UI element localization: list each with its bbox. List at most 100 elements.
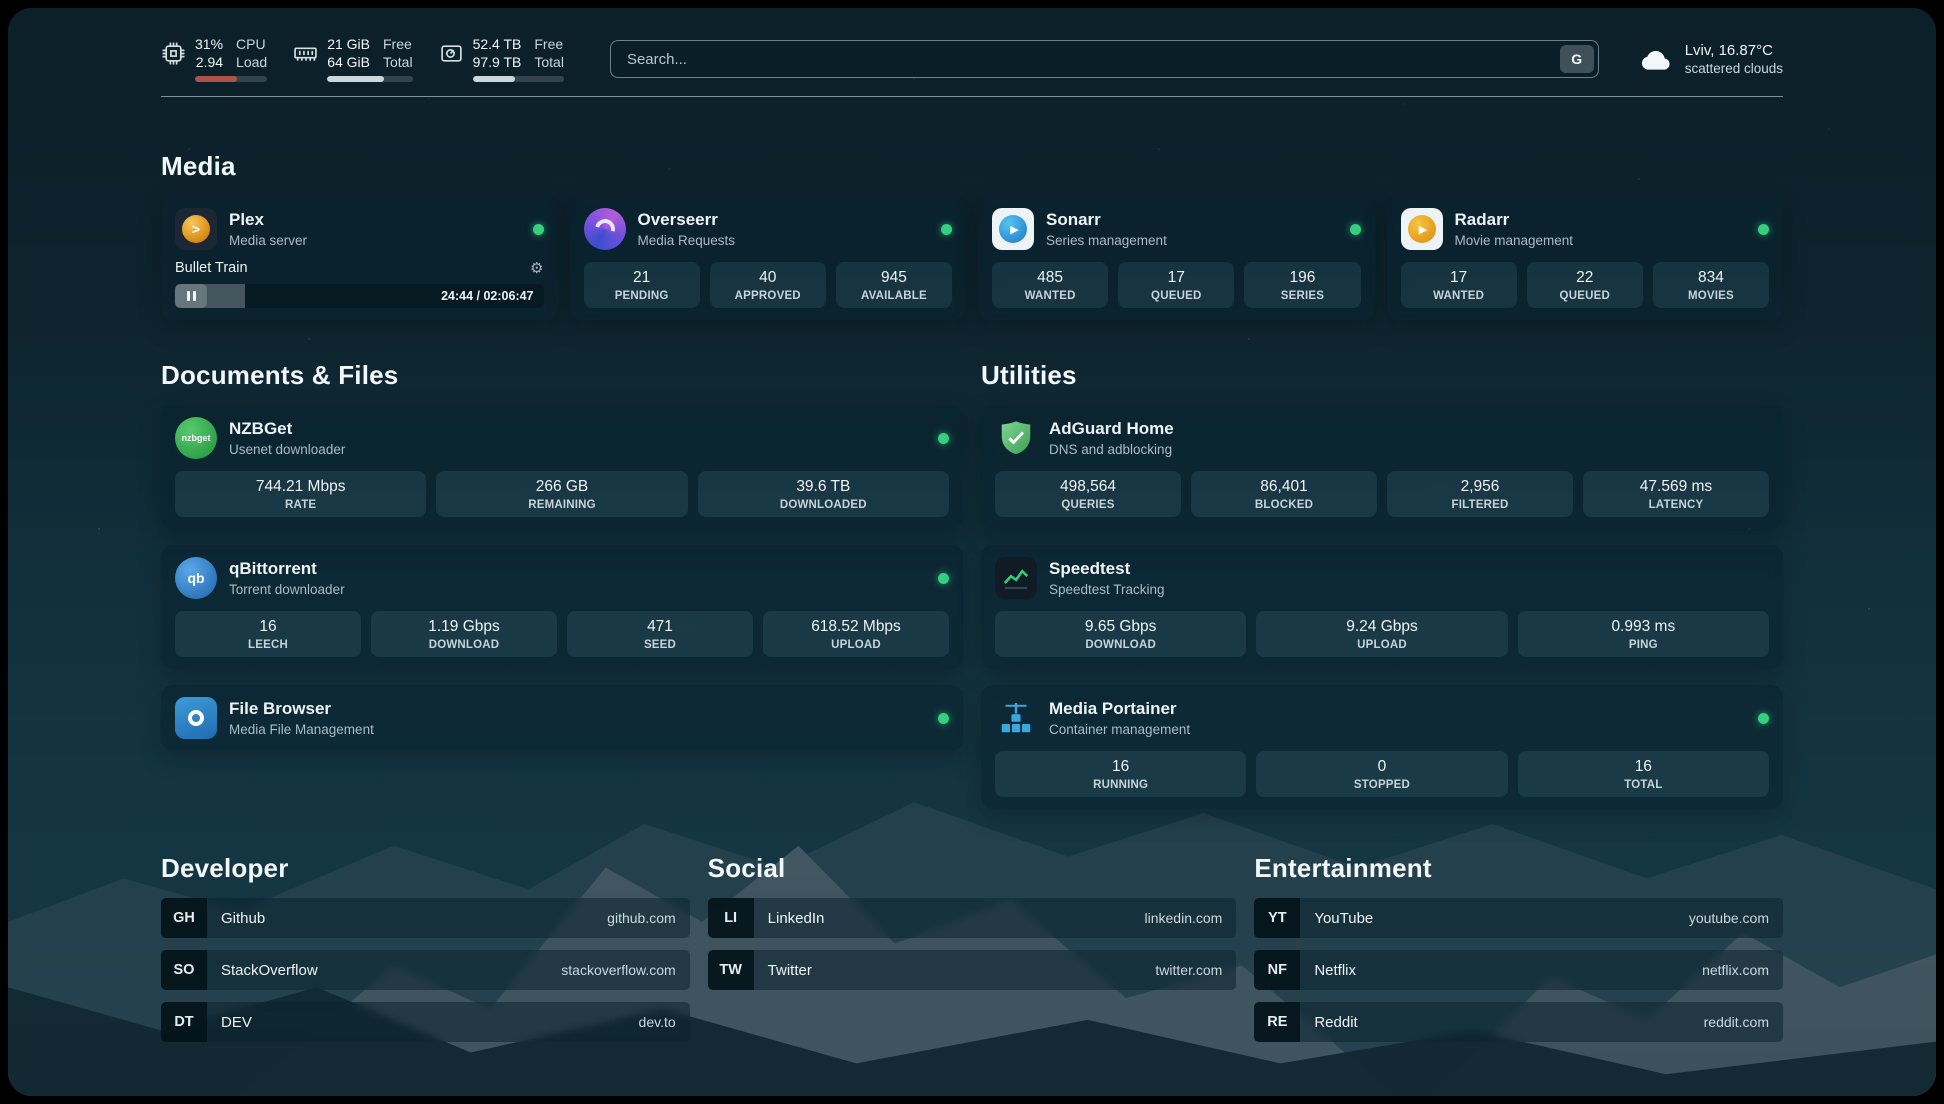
stat-running: 16 RUNNING bbox=[995, 751, 1246, 797]
stat-label: PING bbox=[1522, 639, 1765, 651]
speedtest-chart-icon bbox=[995, 557, 1037, 599]
stat-value: 471 bbox=[571, 618, 749, 636]
pause-button[interactable] bbox=[175, 284, 207, 308]
stat-label: WANTED bbox=[996, 290, 1104, 302]
stat-label: AVAILABLE bbox=[840, 290, 948, 302]
service-name: NZBGet bbox=[229, 419, 926, 439]
status-dot-online bbox=[938, 573, 949, 584]
bookmark-name: StackOverflow bbox=[221, 962, 318, 979]
bookmark-name: Github bbox=[221, 910, 265, 927]
stat-label: QUEUED bbox=[1531, 290, 1639, 302]
service-card-sonarr[interactable]: Sonarr Series management 485 WANTED 17 Q… bbox=[978, 196, 1375, 320]
nzbget-icon-text: nzbget bbox=[182, 433, 211, 443]
bookmark-group-entertainment: Entertainment YT YouTube youtube.com NF … bbox=[1254, 853, 1783, 1042]
stat-value: 744.21 Mbps bbox=[179, 478, 422, 496]
stat-label: STOPPED bbox=[1260, 779, 1503, 791]
bookmark-url: github.com bbox=[607, 910, 675, 926]
stat-row: 744.21 Mbps RATE 266 GB REMAINING 39.6 T… bbox=[175, 471, 949, 517]
stat-blocked: 86,401 BLOCKED bbox=[1191, 471, 1377, 517]
service-description: DNS and adblocking bbox=[1049, 442, 1769, 457]
service-description: Container management bbox=[1049, 722, 1746, 737]
stat-value: 40 bbox=[714, 269, 822, 287]
stat-total: 16 TOTAL bbox=[1518, 751, 1769, 797]
cpu-readout: 31% CPU 2.94 Load bbox=[195, 36, 267, 82]
service-card-adguard[interactable]: AdGuard Home DNS and adblocking 498,564 … bbox=[981, 405, 1783, 529]
qbittorrent-icon: qb bbox=[175, 557, 217, 599]
stat-movies: 834 MOVIES bbox=[1653, 262, 1769, 308]
stat-value: 0 bbox=[1260, 758, 1503, 776]
cpu-usage-bar-fill bbox=[195, 76, 237, 82]
service-card-portainer[interactable]: Media Portainer Container management 16 … bbox=[981, 685, 1783, 809]
service-card-nzbget[interactable]: nzbget NZBGet Usenet downloader 744.21 M… bbox=[161, 405, 963, 529]
stat-value: 618.52 Mbps bbox=[767, 618, 945, 636]
bookmark-row-stackoverflow[interactable]: SO StackOverflow stackoverflow.com bbox=[161, 950, 690, 990]
search-input[interactable] bbox=[610, 40, 1599, 78]
stat-label: DOWNLOAD bbox=[999, 639, 1242, 651]
stat-value: 485 bbox=[996, 269, 1104, 287]
service-card-overseerr[interactable]: Overseerr Media Requests 21 PENDING 40 A… bbox=[570, 196, 967, 320]
stat-wanted: 485 WANTED bbox=[992, 262, 1108, 308]
stat-filtered: 2,956 FILTERED bbox=[1387, 471, 1573, 517]
bookmark-row-linkedin[interactable]: LI LinkedIn linkedin.com bbox=[708, 898, 1237, 938]
stat-label: SEED bbox=[571, 639, 749, 651]
bookmark-group-social: Social LI LinkedIn linkedin.com TW Twitt… bbox=[708, 853, 1237, 1042]
cpu-load-value: 2.94 bbox=[195, 54, 223, 71]
stat-value: 39.6 TB bbox=[702, 478, 945, 496]
card-header: Speedtest Speedtest Tracking bbox=[995, 557, 1769, 599]
bookmark-url: dev.to bbox=[639, 1014, 676, 1030]
status-dot-online bbox=[533, 224, 544, 235]
card-header: Sonarr Series management bbox=[992, 208, 1361, 250]
weather-text: Lviv, 16.87°C scattered clouds bbox=[1685, 42, 1783, 76]
stat-value: 22 bbox=[1531, 269, 1639, 287]
stat-label: LEECH bbox=[179, 639, 357, 651]
search-provider-button[interactable]: G bbox=[1560, 45, 1594, 73]
documents-card-stack: nzbget NZBGet Usenet downloader 744.21 M… bbox=[161, 405, 963, 751]
stat-label: DOWNLOADED bbox=[702, 499, 945, 511]
service-card-plex[interactable]: Plex Media server Bullet Train ⚙ 24:44 /… bbox=[161, 196, 558, 320]
service-name: Sonarr bbox=[1046, 210, 1338, 230]
stat-value: 86,401 bbox=[1195, 478, 1373, 496]
stat-value: 834 bbox=[1657, 269, 1765, 287]
bookmark-row-netflix[interactable]: NF Netflix netflix.com bbox=[1254, 950, 1783, 990]
bookmark-row-reddit[interactable]: RE Reddit reddit.com bbox=[1254, 1002, 1783, 1042]
stat-label: WANTED bbox=[1405, 290, 1513, 302]
service-card-speedtest[interactable]: Speedtest Speedtest Tracking 9.65 Gbps D… bbox=[981, 545, 1783, 669]
service-meta: Media Portainer Container management bbox=[1049, 699, 1746, 737]
gear-icon[interactable]: ⚙ bbox=[530, 261, 543, 276]
cpu-usage-bar bbox=[195, 76, 267, 82]
stat-queries: 498,564 QUERIES bbox=[995, 471, 1181, 517]
nzbget-icon: nzbget bbox=[175, 417, 217, 459]
cpu-icon bbox=[161, 41, 186, 66]
service-card-qbittorrent[interactable]: qb qBittorrent Torrent downloader 16 LEE… bbox=[161, 545, 963, 669]
memory-total-value: 64 GiB bbox=[327, 54, 370, 71]
bookmark-url: stackoverflow.com bbox=[561, 962, 675, 978]
bookmark-row-youtube[interactable]: YT YouTube youtube.com bbox=[1254, 898, 1783, 938]
stat-row: 21 PENDING 40 APPROVED 945 AVAILABLE bbox=[584, 262, 953, 308]
bookmark-row-dev[interactable]: DT DEV dev.to bbox=[161, 1002, 690, 1042]
bookmark-rows: YT YouTube youtube.com NF Netflix netfli… bbox=[1254, 898, 1783, 1042]
group-title-utilities: Utilities bbox=[981, 360, 1783, 391]
stat-leech: 16 LEECH bbox=[175, 611, 361, 657]
service-card-radarr[interactable]: Radarr Movie management 17 WANTED 22 QUE… bbox=[1387, 196, 1784, 320]
overseerr-swirl-glyph bbox=[591, 215, 618, 242]
cpu-usage-label: CPU bbox=[236, 36, 267, 53]
bookmark-row-github[interactable]: GH Github github.com bbox=[161, 898, 690, 938]
service-meta: qBittorrent Torrent downloader bbox=[229, 559, 926, 597]
stat-label: SERIES bbox=[1248, 290, 1356, 302]
service-card-filebrowser[interactable]: File Browser Media File Management bbox=[161, 685, 963, 751]
stat-stopped: 0 STOPPED bbox=[1256, 751, 1507, 797]
status-dot-online bbox=[938, 713, 949, 724]
service-meta: AdGuard Home DNS and adblocking bbox=[1049, 419, 1769, 457]
status-dot-online bbox=[938, 433, 949, 444]
stat-value: 16 bbox=[179, 618, 357, 636]
stat-label: QUERIES bbox=[999, 499, 1177, 511]
stat-value: 17 bbox=[1122, 269, 1230, 287]
bookmark-name: DEV bbox=[221, 1014, 252, 1031]
weather-location-temp: Lviv, 16.87°C bbox=[1685, 42, 1783, 59]
stat-download: 1.19 Gbps DOWNLOAD bbox=[371, 611, 557, 657]
service-description: Torrent downloader bbox=[229, 582, 926, 597]
playback-progress-bar[interactable]: 24:44 / 02:06:47 bbox=[175, 284, 544, 308]
stat-label: PENDING bbox=[588, 290, 696, 302]
bookmark-row-twitter[interactable]: TW Twitter twitter.com bbox=[708, 950, 1237, 990]
group-title-social: Social bbox=[708, 853, 1237, 884]
